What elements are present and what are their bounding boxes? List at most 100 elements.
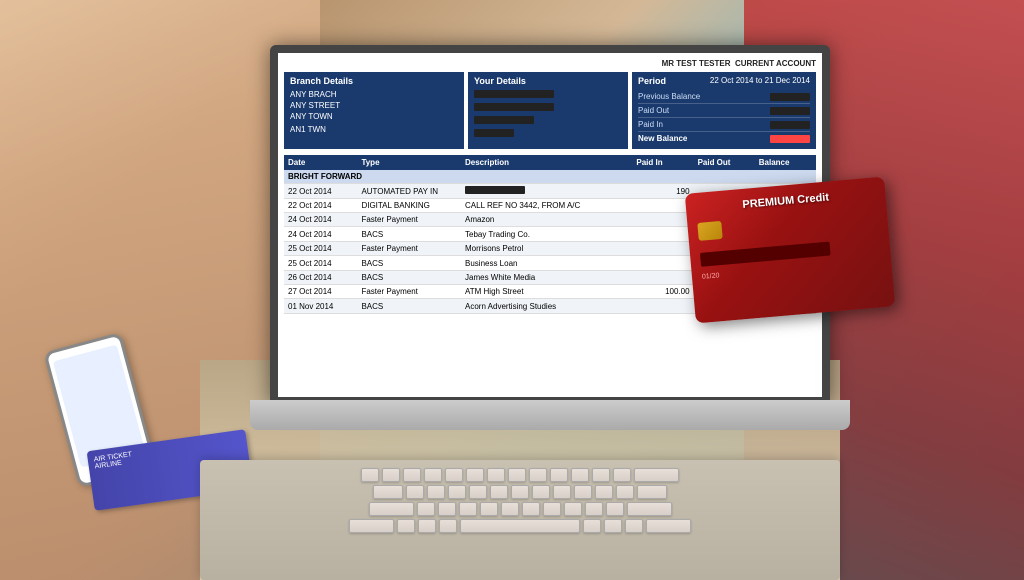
key [469,485,487,499]
card-title: PREMIUM Credit [696,187,876,215]
cell-desc: Tebay Trading Co. [461,227,632,242]
key [616,485,634,499]
key [543,502,561,516]
new-balance-value [770,135,810,143]
cell-desc: Amazon [461,213,632,227]
key [606,502,624,516]
key [382,468,400,482]
table-header: Date Type Description Paid In Paid Out B… [284,155,816,170]
group-name: BRIGHT FORWARD [284,170,816,184]
key [508,468,526,482]
branch-line1: ANY BRACH [290,90,458,99]
laptop-base [250,400,850,430]
statement-top-section: Branch Details ANY BRACH ANY STREET ANY … [284,72,816,149]
previous-balance-value [770,93,810,101]
key [613,468,631,482]
period-balance-section: Period 22 Oct 2014 to 21 Dec 2014 Previo… [632,72,816,149]
cell-type: AUTOMATED PAY IN [357,184,461,199]
keyboard-row-2 [208,485,832,499]
your-details: Your Details [468,72,628,149]
key [550,468,568,482]
statement-header: MR TEST TESTER CURRENT ACCOUNT [284,59,816,68]
cell-desc: Business Loan [461,256,632,271]
key [564,502,582,516]
cell-date: 22 Oct 2014 [284,199,357,213]
key [501,502,519,516]
cell-type: BACS [357,271,461,285]
period-dates: 22 Oct 2014 to 21 Dec 2014 [710,76,810,86]
paid-out-value [770,107,810,115]
col-balance-header: Balance [755,155,816,170]
paid-in-value [770,121,810,129]
redacted-detail-3 [474,116,534,124]
key [583,519,601,533]
cell-type: BACS [357,227,461,242]
key [424,468,442,482]
cell-paidin [632,256,693,271]
col-type-header: Type [357,155,461,170]
cell-paidin [632,227,693,242]
key [349,519,394,533]
keyboard-row-4 [208,519,832,533]
key [571,468,589,482]
laptop: MR TEST TESTER CURRENT ACCOUNT Branch De… [270,45,850,465]
col-paidin-header: Paid In [632,155,693,170]
key [553,485,571,499]
card-chip [697,221,722,241]
key [592,468,610,482]
cell-date: 27 Oct 2014 [284,285,357,299]
new-balance-row: New Balance [638,132,810,145]
paid-in-label: Paid In [638,120,663,129]
keyboard-row-3 [208,502,832,516]
key [532,485,550,499]
cell-desc: James White Media [461,271,632,285]
cell-type: Faster Payment [357,285,461,299]
period-title: Period [638,76,666,86]
key [625,519,643,533]
cell-desc: CALL REF NO 3442, FROM A/C [461,199,632,213]
cell-date: 24 Oct 2014 [284,213,357,227]
key [403,468,421,482]
cell-date: 24 Oct 2014 [284,227,357,242]
previous-balance-label: Previous Balance [638,92,700,101]
key [637,485,667,499]
cell-desc [461,184,632,199]
cell-type: Faster Payment [357,242,461,256]
key [511,485,529,499]
cell-date: 26 Oct 2014 [284,271,357,285]
account-name: MR TEST TESTER [662,59,731,68]
account-type: CURRENT ACCOUNT [735,59,816,68]
branch-line2: ANY STREET [290,101,458,110]
cell-paidin [632,299,693,314]
key [634,468,679,482]
previous-balance-row: Previous Balance [638,90,810,104]
key [418,519,436,533]
redacted-detail-2 [474,103,554,111]
key [406,485,424,499]
branch-line4: AN1 TWN [290,125,458,134]
key [361,468,379,482]
cell-date: 22 Oct 2014 [284,184,357,199]
key [417,502,435,516]
key [522,502,540,516]
cell-desc: ATM High Street [461,285,632,299]
key [427,485,445,499]
key [369,502,414,516]
new-balance-label: New Balance [638,134,687,143]
cell-date: 25 Oct 2014 [284,242,357,256]
key [448,485,466,499]
cell-date: 25 Oct 2014 [284,256,357,271]
key [646,519,691,533]
key [445,468,463,482]
key [373,485,403,499]
key [397,519,415,533]
key [574,485,592,499]
key [595,485,613,499]
period-header: Period 22 Oct 2014 to 21 Dec 2014 [638,76,810,86]
table-header-row: Date Type Description Paid In Paid Out B… [284,155,816,170]
key [487,468,505,482]
col-date-header: Date [284,155,357,170]
credit-card: PREMIUM Credit 01/20 [685,177,896,324]
group-header-row: BRIGHT FORWARD [284,170,816,184]
key [459,502,477,516]
